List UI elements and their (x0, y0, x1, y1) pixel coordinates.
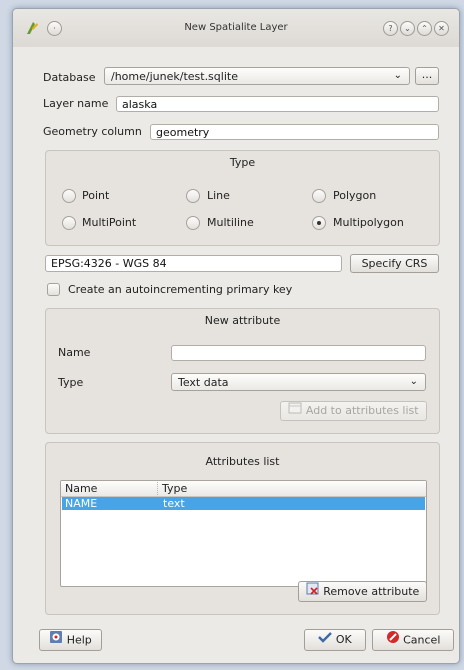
attribute-name-input[interactable] (171, 345, 426, 361)
minimize-icon[interactable]: ⌄ (400, 21, 415, 36)
radio-line-label: Line (207, 189, 230, 202)
geometry-column-label: Geometry column (43, 125, 142, 138)
attributes-list-group: Attributes list Name Type NAME text Remo… (45, 442, 440, 615)
checkmark-icon (318, 630, 333, 650)
attribute-type-label: Type (58, 376, 84, 389)
type-group-title: Type (229, 156, 256, 169)
radio-multiline[interactable] (186, 216, 200, 230)
ok-label: OK (335, 633, 352, 646)
radio-line[interactable] (186, 189, 200, 203)
chevron-down-icon: ⌄ (393, 70, 402, 81)
primary-key-label: Create an autoincrementing primary key (68, 283, 293, 296)
layer-name-label: Layer name (43, 97, 109, 110)
type-group: Type Point Line Polygon MultiPoint Multi… (45, 150, 440, 246)
attributes-list-title: Attributes list (205, 455, 280, 468)
layer-name-input[interactable]: alaska (116, 96, 439, 112)
chevron-down-icon: ⌄ (409, 376, 418, 387)
cancel-label: Cancel (403, 633, 441, 647)
maximize-icon[interactable]: ⌃ (417, 21, 432, 36)
table-header: Name Type (61, 481, 426, 497)
dialog-window: · New Spatialite Layer ? ⌄ ⌃ ✕ Database … (12, 8, 460, 664)
new-attribute-title: New attribute (204, 314, 281, 327)
column-header-type[interactable]: Type (157, 482, 187, 495)
column-header-name[interactable]: Name (65, 482, 97, 495)
cancel-icon (386, 630, 400, 651)
browse-database-button[interactable]: ... (415, 67, 439, 85)
database-select[interactable]: /home/junek/test.sqlite ⌄ (104, 67, 410, 85)
specify-crs-button[interactable]: Specify CRS (350, 254, 439, 273)
database-label: Database (43, 71, 96, 84)
radio-multipoint[interactable] (62, 216, 76, 230)
radio-multipolygon-label: Multipolygon (333, 216, 404, 229)
radio-polygon-label: Polygon (333, 189, 377, 202)
cell-attribute-name: NAME (65, 497, 98, 510)
database-value: /home/junek/test.sqlite (111, 70, 238, 83)
radio-point-label: Point (82, 189, 110, 202)
help-button[interactable]: Help (39, 629, 102, 651)
attributes-table[interactable]: Name Type NAME text (60, 480, 427, 587)
primary-key-checkbox[interactable] (47, 283, 60, 296)
table-row[interactable]: NAME text (62, 497, 425, 510)
radio-multipoint-label: MultiPoint (82, 216, 137, 229)
attribute-name-label: Name (58, 346, 91, 359)
add-to-attributes-button[interactable]: Add to attributes list (280, 401, 427, 421)
cancel-button[interactable]: Cancel (372, 629, 454, 651)
radio-point[interactable] (62, 189, 76, 203)
cell-attribute-type: text (163, 497, 185, 510)
crs-field: EPSG:4326 - WGS 84 (45, 255, 342, 272)
attribute-type-value: Text data (178, 376, 229, 389)
add-to-attributes-label: Add to attributes list (305, 404, 419, 417)
radio-polygon[interactable] (312, 189, 326, 203)
title-bar[interactable]: · New Spatialite Layer ? ⌄ ⌃ ✕ (13, 9, 459, 47)
remove-attribute-button[interactable]: Remove attribute (298, 581, 427, 602)
new-attribute-group: New attribute Name Type Text data ⌄ Add … (45, 308, 440, 434)
remove-attribute-label: Remove attribute (323, 585, 420, 598)
ok-button[interactable]: OK (304, 629, 366, 651)
remove-attribute-icon (306, 582, 320, 602)
help-label: Help (66, 633, 92, 647)
add-attribute-icon (288, 402, 302, 420)
attribute-type-select[interactable]: Text data ⌄ (171, 373, 426, 391)
help-icon (49, 630, 63, 651)
help-context-icon[interactable]: ? (383, 21, 398, 36)
radio-multiline-label: Multiline (207, 216, 254, 229)
close-icon[interactable]: ✕ (434, 21, 449, 36)
geometry-column-input[interactable]: geometry (150, 124, 439, 140)
radio-multipolygon[interactable] (312, 216, 326, 230)
